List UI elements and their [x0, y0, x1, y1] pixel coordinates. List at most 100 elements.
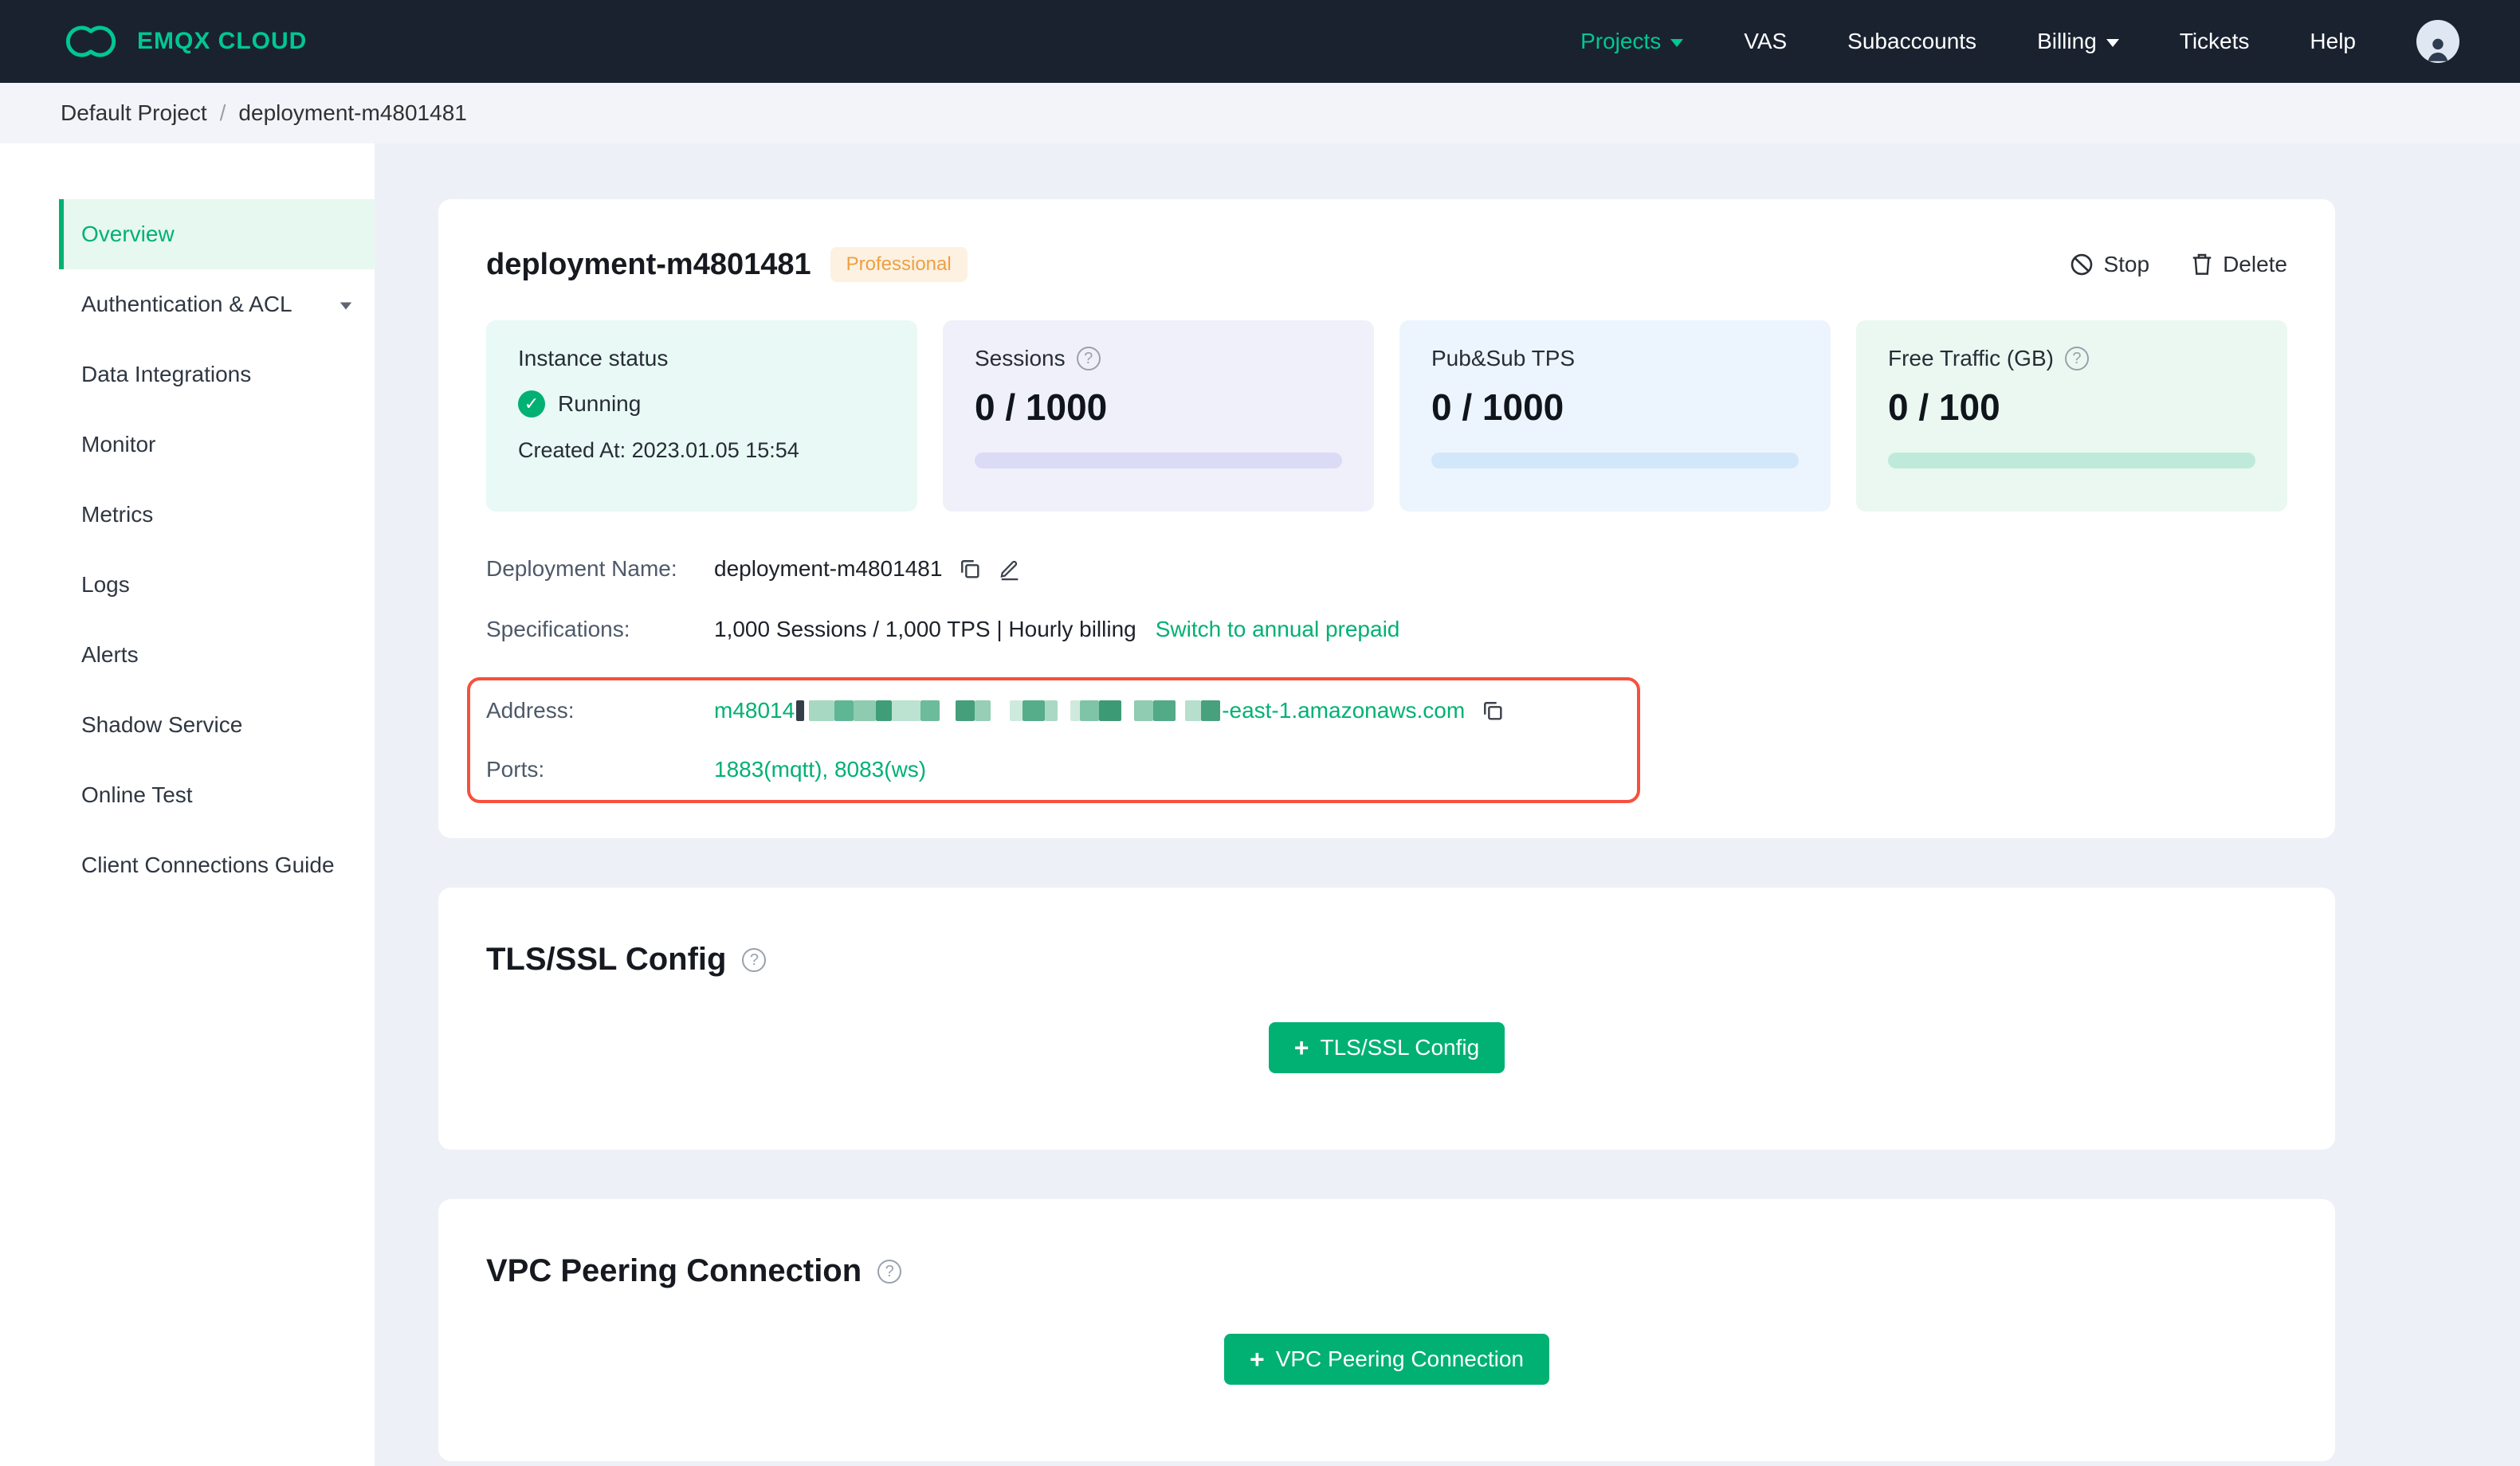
nav-item-projects-label: Projects	[1580, 29, 1662, 53]
edit-button[interactable]	[998, 557, 1022, 581]
address-ports-highlight-box: Address: m48014 -east-1.amazonaws.com Po…	[467, 677, 1640, 803]
sidebar-item-overview[interactable]: Overview	[59, 199, 375, 269]
delete-button[interactable]: Delete	[2191, 252, 2287, 277]
nav-item-projects[interactable]: Projects	[1580, 29, 1684, 54]
instance-status-row: ✓ Running	[518, 390, 885, 417]
top-navbar: EMQX CLOUD Projects VAS Subaccounts Bill…	[0, 0, 2520, 83]
copy-icon	[1484, 702, 1502, 720]
sidebar-item-label: Shadow Service	[81, 712, 243, 737]
breadcrumb-project[interactable]: Default Project	[61, 100, 207, 126]
tls-ssl-title: TLS/SSL Config	[486, 942, 727, 977]
add-tls-ssl-config-label: TLS/SSL Config	[1320, 1035, 1480, 1060]
vpc-peering-title-row: VPC Peering Connection ?	[486, 1253, 2287, 1289]
sidebar: Overview Authentication & ACL Data Integ…	[0, 143, 375, 1466]
sidebar-item-online-test[interactable]: Online Test	[59, 760, 375, 830]
trash-icon	[2192, 253, 2212, 275]
plus-icon: +	[1250, 1345, 1265, 1374]
check-circle-icon: ✓	[518, 390, 545, 417]
sidebar-item-label: Online Test	[81, 782, 193, 807]
sidebar-item-label: Overview	[81, 221, 175, 246]
address-redaction	[796, 700, 1221, 721]
question-circle-icon[interactable]: ?	[1076, 347, 1101, 370]
chevron-down-icon	[2106, 39, 2119, 47]
ports-label: Ports:	[486, 757, 545, 782]
edit-pencil-icon	[1000, 560, 1019, 581]
vpc-peering-card: VPC Peering Connection ? + VPC Peering C…	[438, 1199, 2335, 1461]
nav-item-billing[interactable]: Billing	[2037, 29, 2119, 54]
tls-ssl-config-card: TLS/SSL Config ? + TLS/SSL Config	[438, 888, 2335, 1150]
add-vpc-peering-button[interactable]: + VPC Peering Connection	[1224, 1334, 1549, 1385]
pubsub-tps-progress-bar	[1431, 453, 1799, 468]
sessions-title-row: Sessions ?	[975, 346, 1342, 371]
deployment-name-label: Deployment Name:	[486, 556, 677, 581]
sidebar-item-monitor[interactable]: Monitor	[59, 410, 375, 480]
nav-item-subaccounts-label: Subaccounts	[1847, 29, 1977, 53]
add-vpc-peering-label: VPC Peering Connection	[1275, 1346, 1524, 1371]
person-icon	[2428, 38, 2448, 61]
tls-ssl-button-row: + TLS/SSL Config	[486, 1022, 2287, 1073]
nav-item-tickets[interactable]: Tickets	[2180, 29, 2250, 54]
deployment-overview-card: deployment-m4801481 Professional Stop De…	[438, 199, 2335, 838]
vpc-peering-button-row: + VPC Peering Connection	[486, 1334, 2287, 1385]
logo-text: EMQX CLOUD	[137, 28, 308, 54]
pubsub-tps-title-row: Pub&Sub TPS	[1431, 346, 1799, 371]
stat-cards-row: Instance status ✓ Running Created At: 20…	[486, 320, 2287, 512]
breadcrumb-current: deployment-m4801481	[238, 100, 467, 125]
nav-item-help[interactable]: Help	[2310, 29, 2356, 54]
deployment-title: deployment-m4801481	[486, 247, 811, 281]
nav-item-tickets-label: Tickets	[2179, 29, 2250, 53]
question-circle-icon[interactable]: ?	[877, 1259, 902, 1284]
question-circle-icon[interactable]: ?	[2064, 347, 2089, 370]
nav-item-billing-label: Billing	[2037, 29, 2097, 53]
copy-icon	[961, 560, 979, 578]
address-value: m48014 -east-1.amazonaws.com	[714, 698, 1465, 723]
plus-icon: +	[1293, 1033, 1309, 1062]
vpc-peering-title: VPC Peering Connection	[486, 1253, 862, 1288]
nav-item-vas[interactable]: VAS	[1744, 29, 1787, 54]
sidebar-item-authentication-acl[interactable]: Authentication & ACL	[59, 269, 375, 339]
sidebar-item-label: Client Connections Guide	[81, 853, 335, 877]
delete-button-label: Delete	[2223, 252, 2287, 276]
add-tls-ssl-config-button[interactable]: + TLS/SSL Config	[1268, 1022, 1505, 1073]
ports-value: 1883(mqtt), 8083(ws)	[714, 757, 927, 782]
switch-annual-prepaid-link[interactable]: Switch to annual prepaid	[1156, 617, 1400, 642]
breadcrumb: Default Project / deployment-m4801481	[0, 83, 2520, 143]
emqx-logo[interactable]: EMQX CLOUD	[61, 21, 307, 62]
deployment-actions: Stop Delete	[2070, 252, 2287, 277]
ports-row: Ports: 1883(mqtt), 8083(ws)	[486, 757, 1621, 782]
sidebar-item-client-connections-guide[interactable]: Client Connections Guide	[59, 830, 375, 900]
breadcrumb-separator: /	[219, 100, 226, 125]
specifications-label: Specifications:	[486, 617, 630, 641]
stop-icon	[2071, 253, 2093, 276]
instance-status-title: Instance status	[518, 346, 669, 370]
deployment-name-value: deployment-m4801481	[714, 556, 943, 581]
sidebar-item-data-integrations[interactable]: Data Integrations	[59, 339, 375, 410]
copy-button[interactable]	[958, 557, 982, 581]
address-suffix: -east-1.amazonaws.com	[1222, 698, 1466, 723]
sidebar-item-metrics[interactable]: Metrics	[59, 480, 375, 550]
pubsub-tps-card: Pub&Sub TPS 0 / 1000	[1399, 320, 1831, 512]
nav-item-vas-label: VAS	[1744, 29, 1788, 53]
sessions-progress-bar	[975, 453, 1342, 468]
address-label: Address:	[486, 698, 575, 723]
copy-address-button[interactable]	[1481, 699, 1505, 723]
nav-item-subaccounts[interactable]: Subaccounts	[1847, 29, 1976, 54]
free-traffic-card: Free Traffic (GB) ? 0 / 100	[1856, 320, 2287, 512]
question-circle-icon[interactable]: ?	[742, 947, 767, 972]
sidebar-item-shadow-service[interactable]: Shadow Service	[59, 690, 375, 760]
created-at-text: Created At: 2023.01.05 15:54	[518, 438, 799, 462]
specifications-value: 1,000 Sessions / 1,000 TPS | Hourly bill…	[714, 617, 1136, 641]
deployment-details: Deployment Name: deployment-m4801481 Spe…	[467, 556, 2287, 803]
tls-ssl-title-row: TLS/SSL Config ?	[486, 942, 2287, 978]
user-avatar[interactable]	[2416, 20, 2459, 63]
sidebar-item-alerts[interactable]: Alerts	[59, 620, 375, 690]
sidebar-item-label: Authentication & ACL	[81, 292, 292, 316]
emqx-logo-icon	[65, 25, 116, 57]
address-prefix: m48014	[714, 698, 795, 723]
nav-item-help-label: Help	[2310, 29, 2356, 53]
pubsub-tps-value: 0 / 1000	[1431, 386, 1564, 428]
emqx-cloud-app: EMQX CLOUD Projects VAS Subaccounts Bill…	[0, 0, 2520, 1466]
sidebar-item-logs[interactable]: Logs	[59, 550, 375, 620]
plan-badge: Professional	[830, 247, 968, 282]
stop-button[interactable]: Stop	[2070, 252, 2149, 277]
